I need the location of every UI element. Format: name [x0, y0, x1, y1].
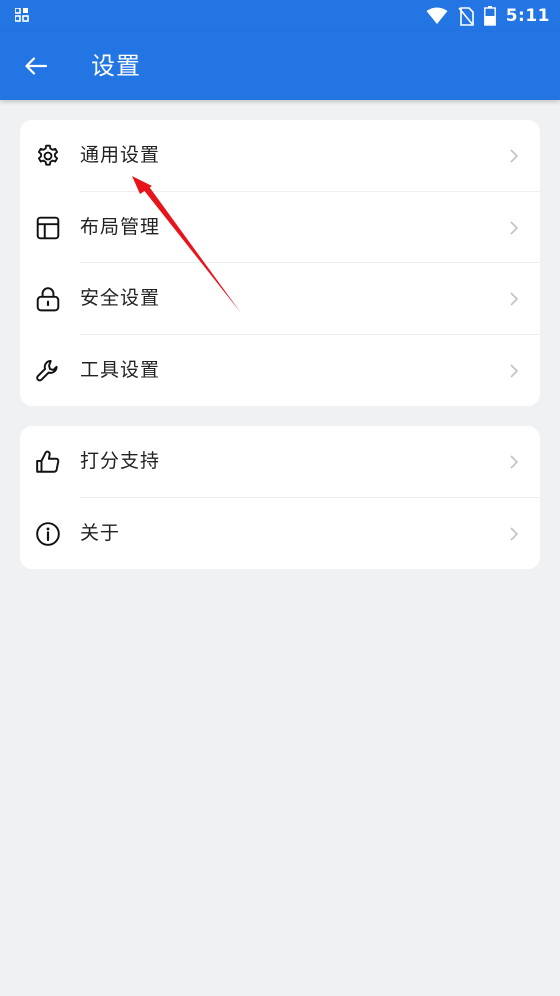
info-icon	[36, 521, 60, 546]
chevron-right-icon	[510, 363, 519, 378]
chevron-right-icon	[510, 220, 519, 235]
settings-item-general[interactable]: 通用设置	[20, 120, 540, 192]
settings-item-label: 打分支持	[80, 450, 161, 472]
settings-item-label: 关于	[80, 521, 121, 544]
lock-icon	[36, 287, 60, 312]
clock: 5:11	[505, 6, 550, 26]
page-title: 设置	[91, 52, 141, 80]
settings-item-rating[interactable]: 打分支持	[20, 426, 540, 498]
chevron-right-icon	[510, 526, 519, 541]
back-button[interactable]	[16, 46, 56, 86]
settings-item-label: 通用设置	[80, 144, 161, 166]
arrow-left-icon	[25, 57, 47, 75]
chevron-right-icon	[510, 149, 519, 163]
gear-icon	[37, 144, 59, 166]
chevron-right-icon	[510, 455, 519, 469]
settings-item-layout[interactable]: 布局管理	[20, 192, 540, 263]
settings-group-main: 通用设置 布局管理 安全设置 工具设置	[20, 120, 540, 406]
settings-item-label: 安全设置	[80, 287, 161, 309]
settings-item-label: 布局管理	[80, 215, 161, 238]
layout-icon	[36, 216, 60, 239]
settings-item-tools[interactable]: 工具设置	[20, 335, 540, 407]
settings-item-security[interactable]: 安全设置	[20, 263, 540, 335]
app-bar: 设置	[0, 32, 560, 100]
thumbs-up-icon	[36, 450, 60, 473]
battery-icon	[483, 6, 496, 26]
chevron-right-icon	[510, 292, 519, 306]
settings-item-about[interactable]: 关于	[20, 498, 540, 570]
settings-group-other: 打分支持 关于	[20, 426, 540, 569]
wrench-icon	[36, 359, 58, 381]
qr-grid-icon	[15, 8, 29, 22]
status-bar: 5:11	[0, 0, 560, 32]
no-sim-icon	[458, 6, 474, 26]
wifi-icon	[426, 7, 448, 24]
settings-item-label: 工具设置	[80, 358, 161, 381]
